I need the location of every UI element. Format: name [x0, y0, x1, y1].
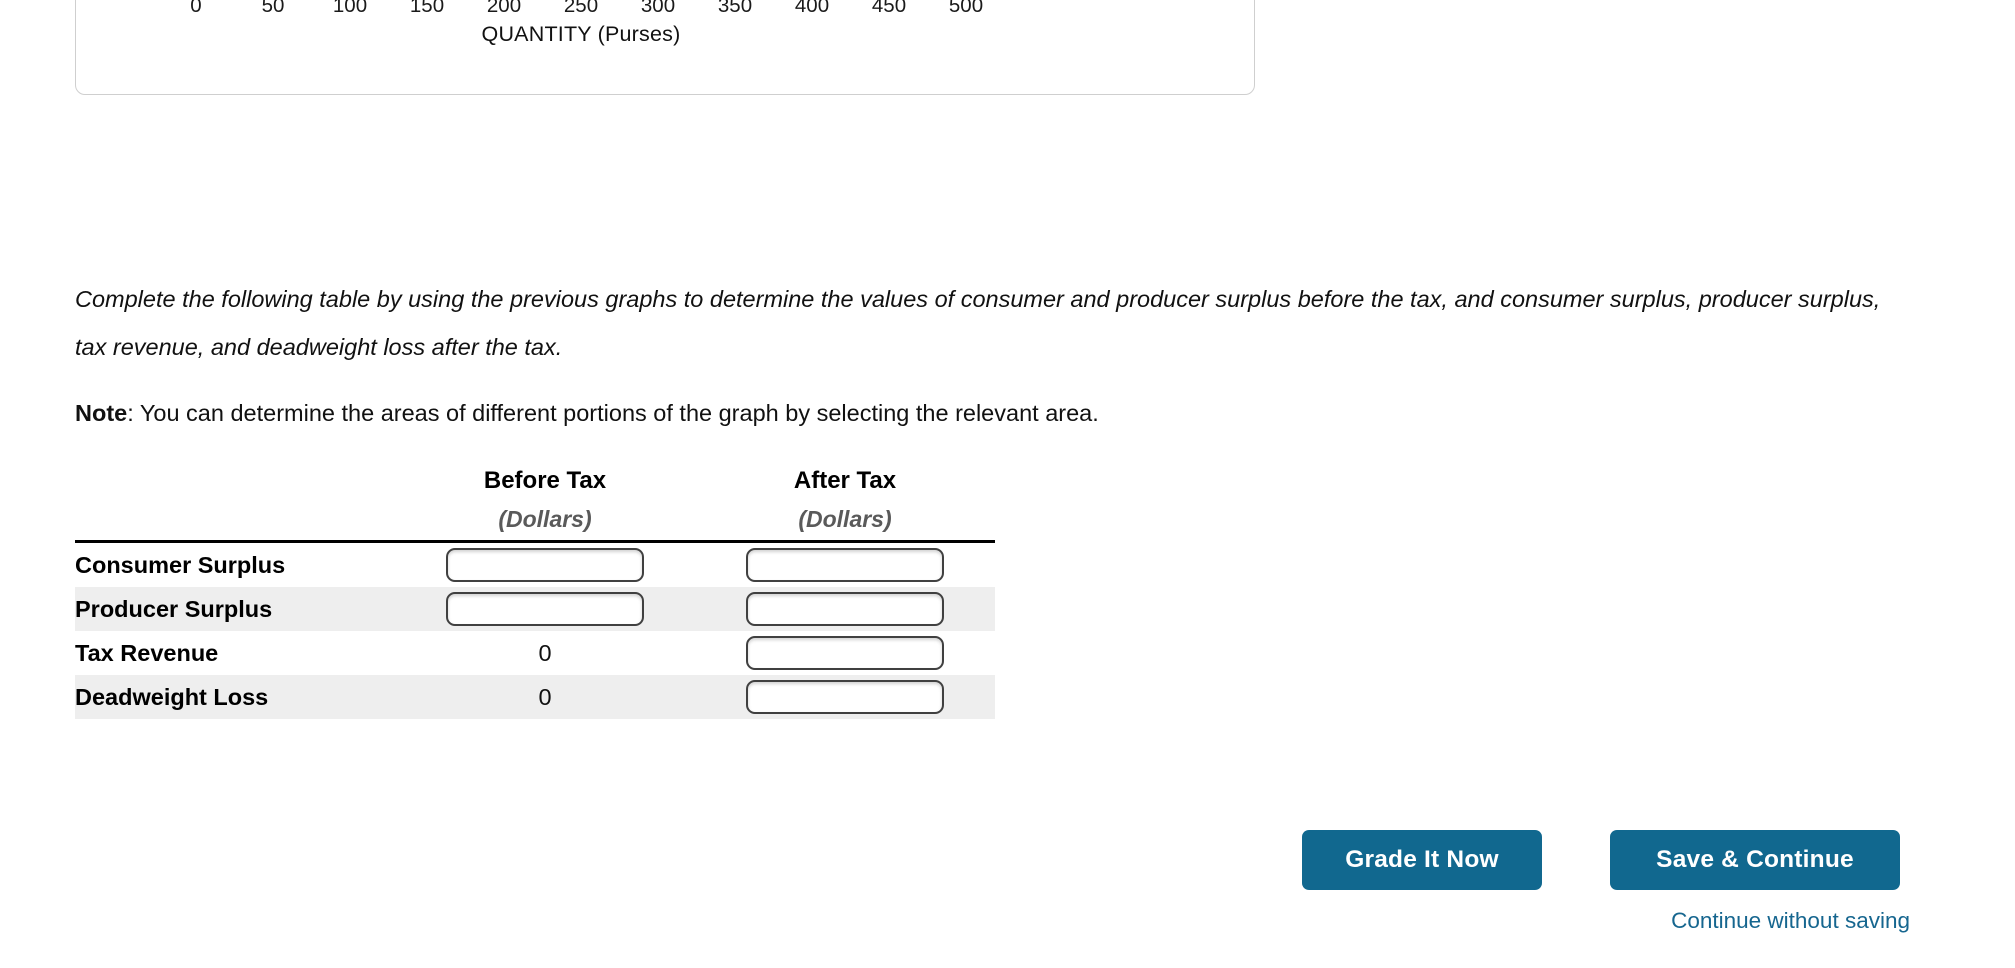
table-body: Consumer Surplus Producer Surplus Tax Reve… [75, 541, 995, 719]
after-tax-input-cell [695, 542, 995, 588]
after-tax-value-input[interactable] [746, 592, 944, 626]
x-axis-tick-label: 400 [794, 0, 830, 17]
header-after-tax-label: After Tax [793, 467, 897, 494]
x-axis-tick-label: 200 [486, 0, 522, 17]
instruction-block: Complete the following table by using th… [75, 275, 1955, 371]
before-tax-static-value: 0 [538, 639, 552, 666]
x-axis-tick-label: 100 [332, 0, 368, 17]
action-bar: Grade It Now Save & Continue Continue wi… [1290, 830, 1910, 960]
graph-panel: 0 50 100 150 200 250 300 350 400 450 500 QUANTITY … [75, 0, 1255, 95]
surplus-table: Before Tax (Dollars) After Tax (Dollars)… [75, 460, 995, 719]
row-label: Consumer Surplus [75, 551, 286, 578]
header-before-tax-label: Before Tax [483, 467, 607, 494]
header-blank [75, 460, 395, 543]
grade-it-now-button[interactable]: Grade It Now [1302, 830, 1542, 890]
graph-axis-area: 0 50 100 150 200 250 300 350 400 450 500 QUANTITY … [76, 0, 1254, 94]
x-axis-tick-label: 300 [640, 0, 676, 17]
after-tax-value-input[interactable] [746, 636, 944, 670]
table-row: Deadweight Loss 0 [75, 675, 995, 719]
save-and-continue-button[interactable]: Save & Continue [1610, 830, 1900, 890]
before-tax-value-input[interactable] [446, 548, 644, 582]
note-label: Note [75, 400, 128, 426]
after-tax-value-input[interactable] [746, 548, 944, 582]
x-axis-tick-label: 450 [871, 0, 907, 17]
before-tax-input-cell [395, 542, 695, 588]
x-axis-tick-labels: 0 50 100 150 200 250 300 350 400 450 500 [190, 0, 983, 20]
before-tax-value-input[interactable] [446, 592, 644, 626]
header-after-tax: After Tax (Dollars) [695, 460, 995, 543]
table-header-row: Before Tax (Dollars) After Tax (Dollars) [75, 460, 995, 543]
x-axis-tick-label: 250 [563, 0, 599, 17]
after-tax-input-cell [695, 587, 995, 631]
after-tax-input-cell [695, 675, 995, 719]
after-tax-value-input[interactable] [746, 680, 944, 714]
x-axis-tick-label: 500 [948, 0, 984, 17]
table-row: Producer Surplus [75, 587, 995, 631]
row-label: Deadweight Loss [75, 683, 269, 710]
header-before-tax-unit: (Dollars) [498, 506, 592, 532]
after-tax-input-cell [695, 631, 995, 675]
before-tax-static-value: 0 [538, 683, 552, 710]
note-line: Note: You can determine the areas of dif… [75, 398, 1099, 428]
row-label: Producer Surplus [75, 595, 273, 622]
row-label: Tax Revenue [75, 639, 219, 666]
table-row: Tax Revenue 0 [75, 631, 995, 675]
x-axis-tick-label: 50 [261, 0, 285, 17]
x-axis-tick-label: 350 [717, 0, 753, 17]
table-row: Consumer Surplus [75, 541, 995, 588]
instruction-text: Complete the following table by using th… [75, 286, 1881, 360]
table-head: Before Tax (Dollars) After Tax (Dollars) [75, 460, 995, 543]
header-before-tax: Before Tax (Dollars) [395, 460, 695, 543]
x-axis-tick-label: 150 [409, 0, 445, 17]
note-text: : You can determine the areas of differe… [127, 400, 1099, 426]
x-axis-tick-label: 0 [190, 0, 202, 17]
before-tax-input-cell [395, 587, 695, 631]
x-axis-title: QUANTITY (Purses) [481, 22, 681, 46]
continue-without-saving-link[interactable]: Continue without saving [1671, 908, 1910, 934]
header-after-tax-unit: (Dollars) [798, 506, 892, 532]
